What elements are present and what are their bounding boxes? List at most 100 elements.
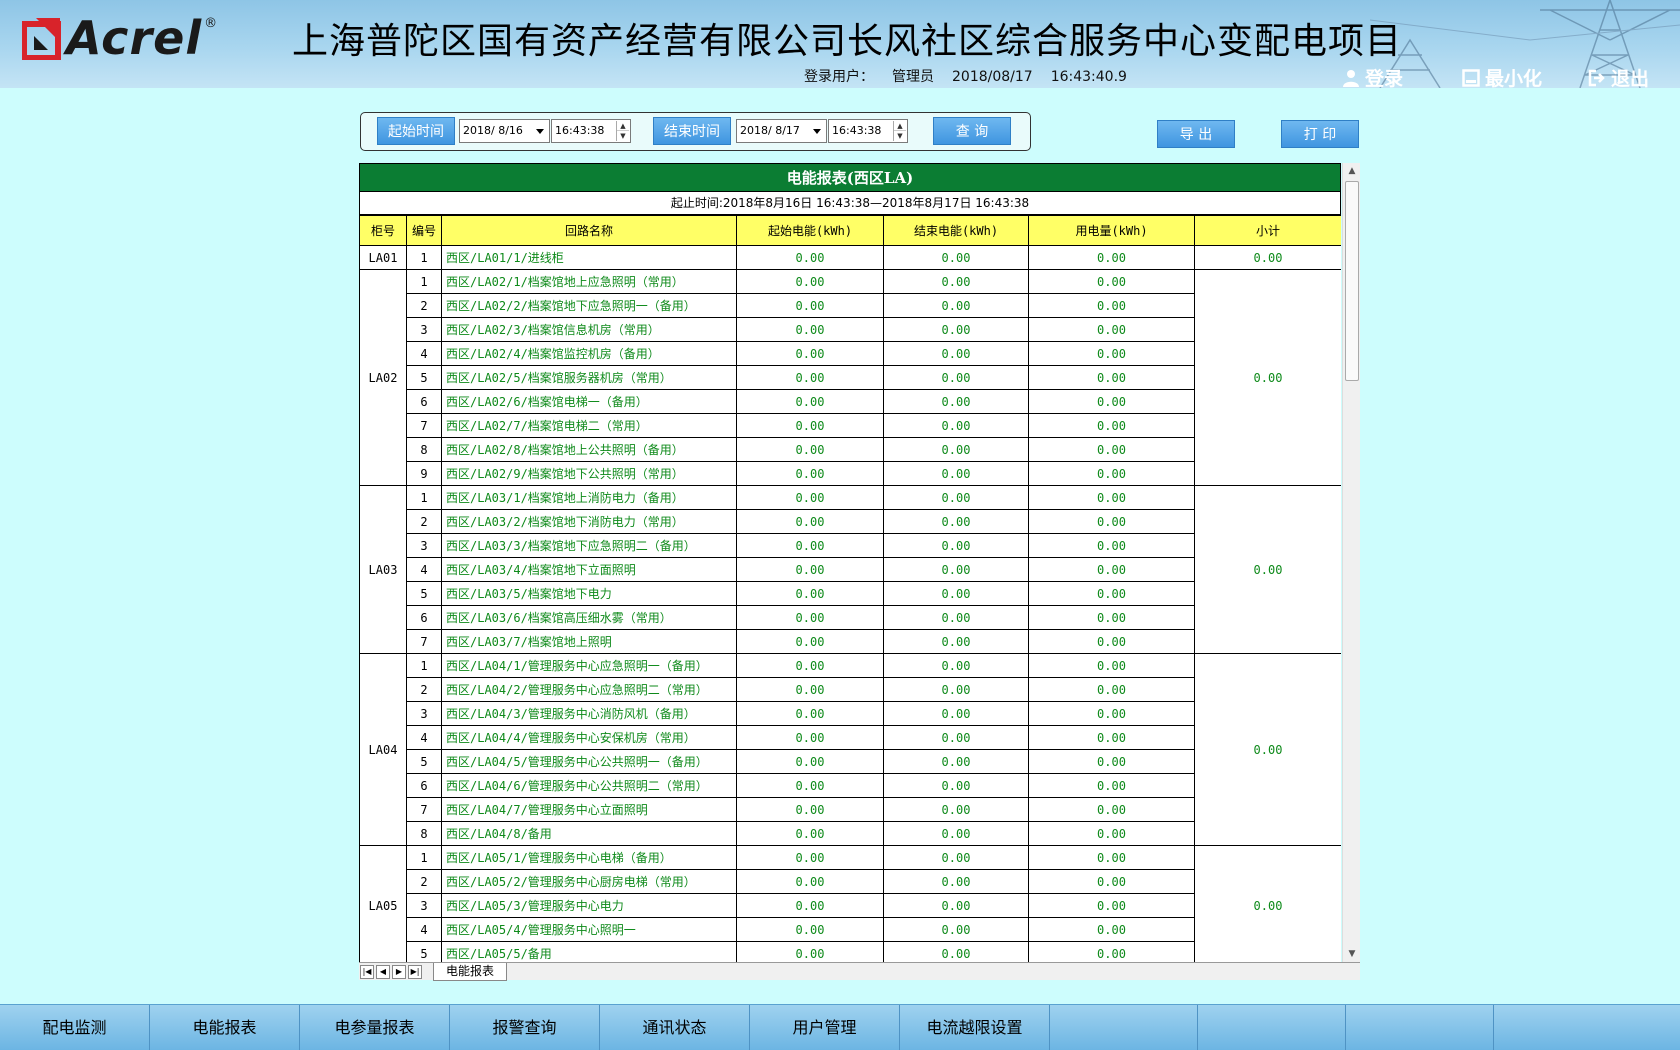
cabinet-cell: LA05 <box>359 845 407 962</box>
scroll-thumb[interactable] <box>1345 181 1359 381</box>
start-energy-cell: 0.00 <box>736 773 884 798</box>
circuit-name-cell: 西区/LA05/2/管理服务中心厨房电梯（常用） <box>441 869 737 894</box>
minimize-icon <box>1462 68 1480 87</box>
report-time-range: 起止时间:2018年8月16日 16:43:38—2018年8月17日 16:4… <box>359 192 1341 215</box>
nav-item-alarm-query[interactable]: 报警查询 <box>450 1005 600 1050</box>
scroll-up-icon[interactable]: ▲ <box>1343 163 1361 179</box>
vertical-scrollbar[interactable]: ▲ ▼ <box>1342 163 1360 962</box>
table-row: LA04 1 西区/LA04/1/管理服务中心应急照明一（备用） 0.00 0.00 0.… <box>359 653 1341 846</box>
end-time-spinner[interactable]: 16:43:38 ▲ ▼ <box>828 119 908 143</box>
scroll-down-icon[interactable]: ▼ <box>1343 946 1361 962</box>
login-button[interactable]: 登录 <box>1342 64 1403 88</box>
circuit-number-cell: 5 <box>406 581 442 606</box>
login-button-label: 登录 <box>1365 68 1404 88</box>
circuit-name-cell: 西区/LA04/7/管理服务中心立面照明 <box>441 797 737 822</box>
prev-sheet-icon[interactable]: ◀ <box>376 965 390 979</box>
circuit-number-cell: 8 <box>406 437 442 462</box>
print-button[interactable]: 打 印 <box>1281 120 1359 148</box>
sheet-tab-energy-report[interactable]: 电能报表 <box>433 963 508 981</box>
end-date-value: 2018/ 8/17 <box>740 124 800 137</box>
circuit-name-cell: 西区/LA05/1/管理服务中心电梯（备用） <box>441 845 737 870</box>
circuit-number-cell: 1 <box>406 845 442 870</box>
cabinet-cell: LA04 <box>359 653 407 846</box>
table-row: 3 西区/LA05/3/管理服务中心电力 0.00 0.00 0.00 <box>360 893 1342 918</box>
table-row: 5 西区/LA05/5/备用 0.00 0.00 0.00 <box>360 941 1342 962</box>
nav-item-user-management[interactable]: 用户管理 <box>750 1005 900 1050</box>
start-energy-cell: 0.00 <box>736 437 884 462</box>
export-button[interactable]: 导 出 <box>1157 120 1235 148</box>
table-row: 3 西区/LA03/3/档案馆地下应急照明二（备用） 0.00 0.00 0.00 <box>360 533 1342 558</box>
next-sheet-icon[interactable]: ▶ <box>392 965 406 979</box>
circuit-number-cell: 5 <box>406 749 442 774</box>
circuit-number-cell: 7 <box>406 629 442 654</box>
spin-down-icon[interactable]: ▼ <box>894 131 906 141</box>
usage-cell: 0.00 <box>1028 917 1195 942</box>
circuit-number-cell: 1 <box>406 269 442 294</box>
spin-down-icon[interactable]: ▼ <box>617 131 629 141</box>
minimize-button[interactable]: 最小化 <box>1462 64 1542 88</box>
end-energy-cell: 0.00 <box>883 317 1029 342</box>
logo: Acrel ® <box>22 11 217 65</box>
usage-cell: 0.00 <box>1028 437 1195 462</box>
last-sheet-icon[interactable]: ▶| <box>408 965 422 979</box>
table-row: 4 西区/LA03/4/档案馆地下立面照明 0.00 0.00 0.00 <box>360 557 1342 582</box>
circuit-name-cell: 西区/LA02/9/档案馆地下公共照明（常用） <box>441 461 737 486</box>
table-row: 4 西区/LA02/4/档案馆监控机房（备用） 0.00 0.00 0.00 <box>360 341 1342 366</box>
spin-up-icon[interactable]: ▲ <box>617 121 629 131</box>
acrel-logo-icon <box>22 18 61 60</box>
usage-cell: 0.00 <box>1028 629 1195 654</box>
end-energy-cell: 0.00 <box>883 893 1029 918</box>
chevron-down-icon[interactable] <box>813 129 821 134</box>
circuit-number-cell: 5 <box>406 941 442 962</box>
spinner-arrows[interactable]: ▲ ▼ <box>616 121 629 141</box>
nav-item-parameter-report[interactable]: 电参量报表 <box>300 1005 450 1050</box>
first-sheet-icon[interactable]: |◀ <box>360 965 374 979</box>
circuit-name-cell: 西区/LA04/8/备用 <box>441 821 737 846</box>
usage-cell: 0.00 <box>1028 413 1195 438</box>
login-user-name: 管理员 <box>892 69 934 85</box>
table-row: 2 西区/LA04/2/管理服务中心应急照明二（常用） 0.00 0.00 0.00 <box>360 677 1342 702</box>
column-header: 结束电能(kWh) <box>883 215 1029 246</box>
nav-item-energy-report[interactable]: 电能报表 <box>150 1005 300 1050</box>
circuit-number-cell: 6 <box>406 605 442 630</box>
end-energy-cell: 0.00 <box>883 413 1029 438</box>
query-button[interactable]: 查 询 <box>933 117 1011 145</box>
start-energy-cell: 0.00 <box>736 389 884 414</box>
circuit-name-cell: 西区/LA02/2/档案馆地下应急照明一（备用） <box>441 293 737 318</box>
end-energy-cell: 0.00 <box>883 653 1029 678</box>
circuit-name-cell: 西区/LA05/5/备用 <box>441 941 737 962</box>
start-energy-cell: 0.00 <box>736 749 884 774</box>
column-header: 回路名称 <box>441 215 737 246</box>
table-row: LA05 1 西区/LA05/1/管理服务中心电梯（备用） 0.00 0.00 0.00 0… <box>359 845 1341 962</box>
app-title: 上海普陀区国有资产经营有限公司长风社区综合服务中心变配电项目 <box>292 21 1403 62</box>
start-energy-cell: 0.00 <box>736 869 884 894</box>
circuit-name-cell: 西区/LA03/2/档案馆地下消防电力（常用） <box>441 509 737 534</box>
nav-item-power-monitoring[interactable]: 配电监测 <box>0 1005 150 1050</box>
end-date-picker[interactable]: 2018/ 8/17 <box>736 119 827 143</box>
circuit-name-cell: 西区/LA02/3/档案馆信息机房（常用） <box>441 317 737 342</box>
start-energy-cell: 0.00 <box>736 797 884 822</box>
table-row: 5 西区/LA02/5/档案馆服务器机房（常用） 0.00 0.00 0.00 <box>360 365 1342 390</box>
table-row: 4 西区/LA04/4/管理服务中心安保机房（常用） 0.00 0.00 0.00 <box>360 725 1342 750</box>
nav-item-empty <box>1198 1005 1346 1050</box>
chevron-down-icon[interactable] <box>536 129 544 134</box>
start-time-spinner[interactable]: 16:43:38 ▲ ▼ <box>551 119 631 143</box>
table-row: 3 西区/LA04/3/管理服务中心消防风机（备用） 0.00 0.00 0.00 <box>360 701 1342 726</box>
circuit-number-cell: 2 <box>406 293 442 318</box>
end-energy-cell: 0.00 <box>883 701 1029 726</box>
nav-item-comm-status[interactable]: 通讯状态 <box>600 1005 750 1050</box>
usage-cell: 0.00 <box>1028 269 1195 294</box>
end-time-label: 结束时间 <box>653 117 731 145</box>
nav-item-current-limit-settings[interactable]: 电流越限设置 <box>900 1005 1050 1050</box>
spinner-arrows[interactable]: ▲ ▼ <box>893 121 906 141</box>
exit-button[interactable]: 退出 <box>1588 64 1649 88</box>
logo-text: Acrel <box>66 11 203 65</box>
start-date-picker[interactable]: 2018/ 8/16 <box>459 119 550 143</box>
start-energy-cell: 0.00 <box>736 677 884 702</box>
user-icon <box>1343 69 1359 87</box>
circuit-number-cell: 6 <box>406 389 442 414</box>
end-energy-cell: 0.00 <box>883 773 1029 798</box>
end-energy-cell: 0.00 <box>883 461 1029 486</box>
circuit-name-cell: 西区/LA01/1/进线柜 <box>441 245 737 270</box>
spin-up-icon[interactable]: ▲ <box>894 121 906 131</box>
